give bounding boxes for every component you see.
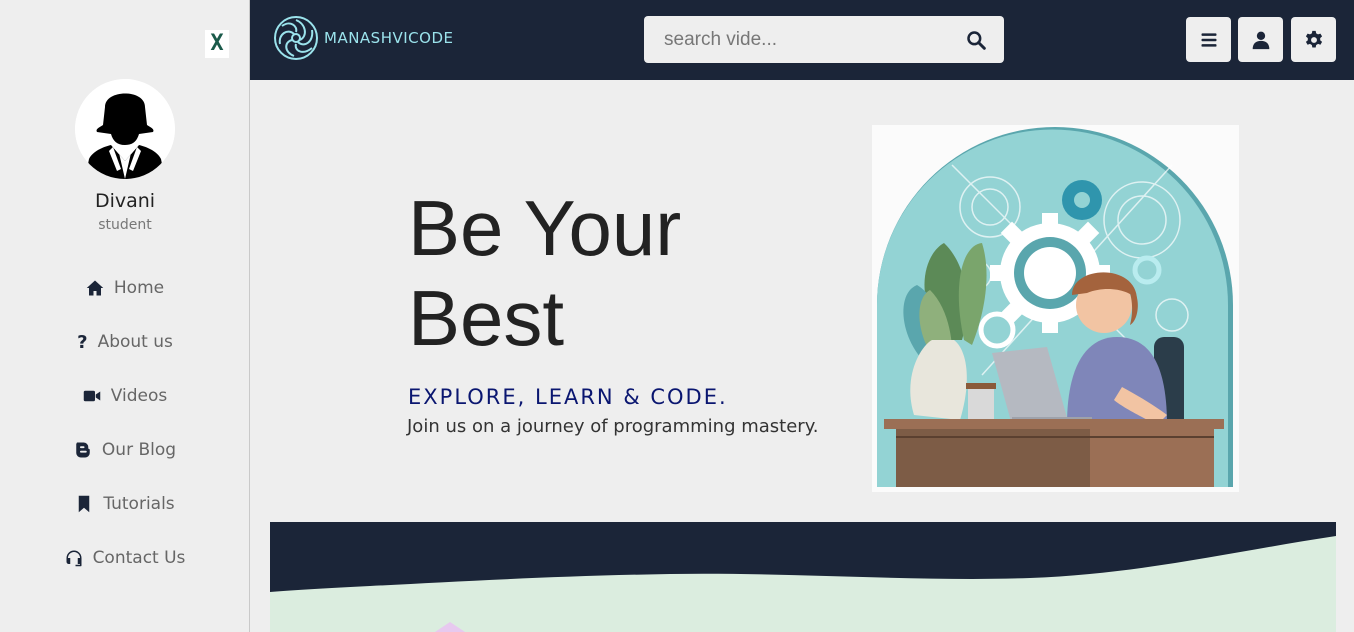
- sidebar-item-label: Videos: [110, 386, 168, 406]
- hero-subtitle: EXPLORE, LEARN & CODE.: [408, 385, 728, 409]
- video-icon: [83, 390, 100, 402]
- search-bar: [644, 16, 1004, 63]
- profile-name: Divani: [94, 190, 156, 212]
- developer-illustration: [877, 127, 1233, 487]
- hero-illustration: [872, 125, 1239, 492]
- close-icon: X: [210, 31, 224, 56]
- close-sidebar-button[interactable]: X: [205, 30, 229, 58]
- sidebar: X Divani student Home ? About us Videos: [0, 0, 250, 632]
- sidebar-item-label: About us: [97, 332, 173, 352]
- sidebar-item-tutorials[interactable]: Tutorials: [0, 477, 250, 531]
- bookmark-icon: [79, 495, 90, 513]
- sidebar-item-videos[interactable]: Videos: [0, 369, 250, 423]
- sidebar-item-label: Home: [113, 278, 165, 298]
- sidebar-item-home[interactable]: Home: [0, 261, 250, 315]
- user-button[interactable]: [1238, 17, 1283, 62]
- profile-role: student: [98, 217, 152, 233]
- gear-icon: [1305, 30, 1322, 47]
- home-icon: [86, 280, 104, 296]
- search-button[interactable]: [948, 16, 1004, 63]
- sidebar-item-contact[interactable]: Contact Us: [0, 531, 250, 585]
- avatar: [75, 79, 175, 179]
- user-silhouette-icon: [75, 79, 175, 179]
- blogger-icon: [76, 442, 90, 458]
- hero-title-line2: Best: [408, 274, 565, 362]
- sidebar-item-about[interactable]: ? About us: [0, 315, 250, 369]
- user-icon: [1252, 31, 1269, 49]
- search-icon: [967, 30, 986, 50]
- top-header: MANASHVICODE: [250, 0, 1354, 80]
- wave-banner: [270, 522, 1336, 632]
- wave-shape: [270, 522, 1336, 632]
- hero-description: Join us on a journey of programming mast…: [407, 416, 819, 437]
- sidebar-nav: Home ? About us Videos Our Blog Tutorial…: [0, 261, 250, 585]
- logo-swirl-icon: [274, 16, 318, 60]
- sidebar-item-label: Our Blog: [101, 440, 177, 460]
- question-icon: ?: [77, 331, 88, 353]
- sidebar-item-blog[interactable]: Our Blog: [0, 423, 250, 477]
- menu-icon: [1201, 32, 1216, 47]
- settings-button[interactable]: [1291, 17, 1336, 62]
- sidebar-item-label: Tutorials: [103, 494, 175, 514]
- logo-text: MANASHVICODE: [324, 29, 454, 47]
- search-input[interactable]: [644, 16, 948, 63]
- menu-button[interactable]: [1186, 17, 1231, 62]
- hero-title-line1: Be Your: [408, 184, 682, 272]
- hero-title: Be Your Best: [408, 183, 681, 363]
- logo[interactable]: MANASHVICODE: [272, 14, 453, 62]
- sidebar-item-label: Contact Us: [92, 548, 186, 568]
- headset-icon: [66, 550, 82, 567]
